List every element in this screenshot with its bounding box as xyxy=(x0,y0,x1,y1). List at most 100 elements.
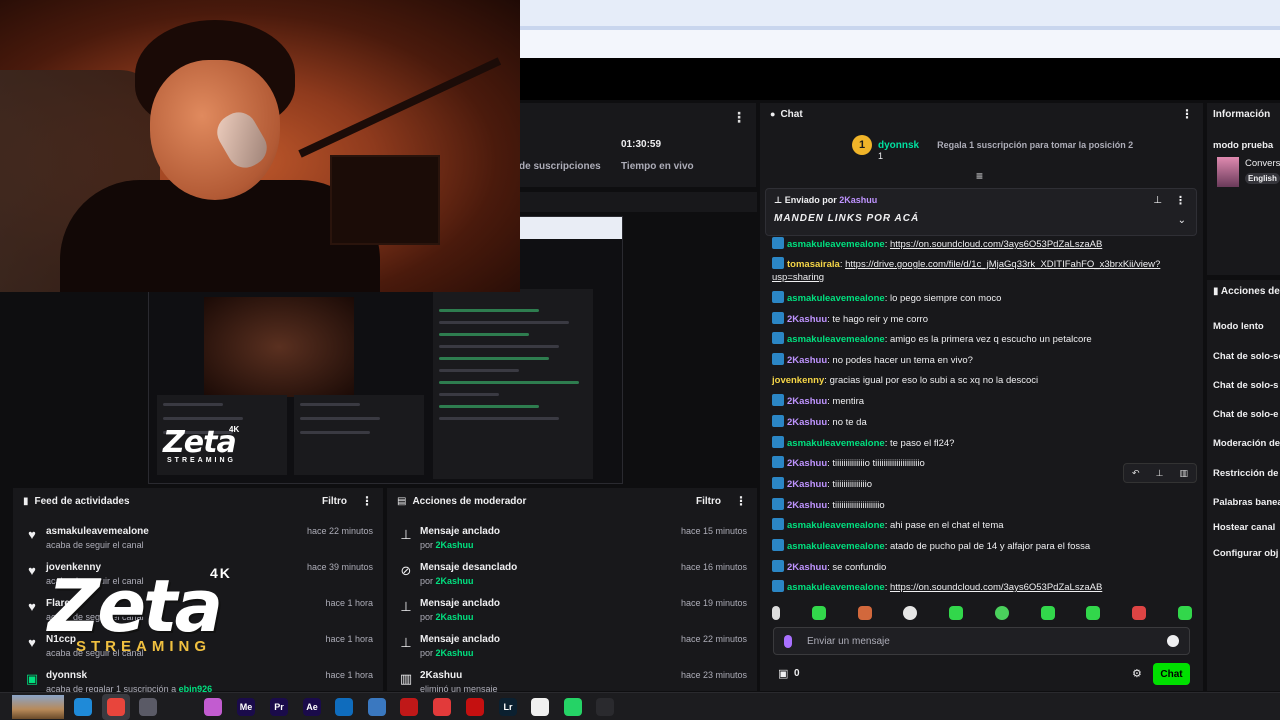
gear-icon[interactable]: ⚙ xyxy=(1132,667,1142,680)
pin-message-icon[interactable]: ⊥ xyxy=(1156,468,1164,479)
mcafee-icon[interactable] xyxy=(400,698,418,716)
chevron-down-icon[interactable]: ⌄ xyxy=(1178,215,1186,226)
chat-message[interactable]: 2Kashuu: no podes hacer un tema en vivo? xyxy=(772,353,1192,367)
chat-message[interactable]: asmakuleavemealone: ahi pase en el chat … xyxy=(772,518,1192,532)
acrobat-icon[interactable] xyxy=(466,698,484,716)
emote-icon[interactable] xyxy=(1132,606,1147,620)
leader-name[interactable]: dyonnsk xyxy=(878,140,919,151)
chat-message[interactable]: 2Kashuu: no te da xyxy=(772,415,1192,429)
mod-user[interactable]: 2Kashuu xyxy=(436,612,474,622)
chat-message[interactable]: asmakuleavemealone: te paso el fl24? xyxy=(772,436,1192,450)
mod-user[interactable]: 2Kashuu xyxy=(436,648,474,658)
action-slow-mode[interactable]: Modo lento xyxy=(1213,321,1264,332)
chrome-icon[interactable] xyxy=(107,698,125,716)
capcut-icon[interactable] xyxy=(531,698,549,716)
emote-icon[interactable] xyxy=(1040,606,1055,620)
chat-username[interactable]: asmakuleavemealone xyxy=(787,293,885,304)
emote-icon[interactable] xyxy=(994,606,1009,620)
action-subs-only[interactable]: Chat de solo-s xyxy=(1213,380,1278,391)
mic-icon[interactable] xyxy=(784,635,792,648)
feed-user[interactable]: asmakuleavemealone xyxy=(46,526,149,537)
chat-send-button[interactable]: Chat xyxy=(1153,663,1190,685)
pinned-menu-icon[interactable]: ⋮ xyxy=(1175,194,1186,207)
pinned-message[interactable]: ⊥ Enviado por 2Kashuu MANDEN LINKS POR A… xyxy=(765,188,1197,236)
chat-username[interactable]: tomasairala xyxy=(787,259,840,270)
browser-address-bar[interactable] xyxy=(519,30,1280,58)
lightroom-icon[interactable]: Lr xyxy=(499,698,517,716)
emote-icon[interactable] xyxy=(772,606,780,620)
chat-link[interactable]: https://on.soundcloud.com/3ays6O53PdZaLs… xyxy=(890,239,1102,250)
chat-message[interactable]: tomasairala: https://drive.google.com/fi… xyxy=(772,257,1192,284)
action-host-channel[interactable]: Hostear canal xyxy=(1213,522,1275,533)
emote-icon[interactable] xyxy=(857,606,872,620)
chat-input[interactable]: Enviar un mensaje xyxy=(773,627,1190,655)
whatsapp-icon[interactable] xyxy=(564,698,582,716)
premiere-icon[interactable]: Pr xyxy=(270,698,288,716)
chat-message[interactable]: asmakuleavemealone: atado de pucho pal d… xyxy=(772,539,1192,553)
chat-username[interactable]: 2Kashuu xyxy=(787,417,827,428)
chat-username[interactable]: asmakuleavemealone xyxy=(787,334,885,345)
store-icon[interactable] xyxy=(139,698,157,716)
chat-message[interactable]: asmakuleavemealone: https://on.soundclou… xyxy=(772,580,1192,594)
chat-link[interactable]: https://on.soundcloud.com/3ays6O53PdZaLs… xyxy=(890,582,1102,593)
emote-icon[interactable] xyxy=(1177,606,1192,620)
chat-message[interactable]: jovenkenny: gracias igual por eso lo sub… xyxy=(772,374,1192,387)
category-thumbnail[interactable] xyxy=(1217,157,1239,187)
feed-user[interactable]: dyonnsk xyxy=(46,670,87,681)
leaderboard-expand-icon[interactable]: ≡ xyxy=(976,169,983,183)
chat-username[interactable]: asmakuleavemealone xyxy=(787,541,885,552)
globe-icon[interactable] xyxy=(368,698,386,716)
chat-username[interactable]: 2Kashuu xyxy=(787,458,827,469)
emote-icon[interactable] xyxy=(1086,606,1101,620)
chat-username[interactable]: asmakuleavemealone xyxy=(787,582,885,593)
chat-username[interactable]: 2Kashuu xyxy=(787,562,827,573)
anydesk-icon[interactable] xyxy=(433,698,451,716)
pinned-by-user[interactable]: 2Kashuu xyxy=(839,195,877,205)
chat-username[interactable]: asmakuleavemealone xyxy=(787,239,885,250)
points-icon[interactable]: ▣ xyxy=(778,667,788,680)
chat-username[interactable]: 2Kashuu xyxy=(787,355,827,366)
emote-icon[interactable] xyxy=(811,606,826,620)
feed-menu-icon[interactable]: ⋮ xyxy=(361,494,373,508)
sub-leaderboard[interactable]: 1 dyonnsk Regala 1 suscripción para toma… xyxy=(852,135,1133,155)
action-followers-only[interactable]: Chat de solo-se xyxy=(1213,351,1280,362)
action-restriction[interactable]: Restricción de xyxy=(1213,468,1278,479)
mod-user[interactable]: 2Kashuu xyxy=(436,576,474,586)
delete-icon[interactable]: ▥ xyxy=(1179,468,1188,479)
action-banned-words[interactable]: Palabras banea xyxy=(1213,497,1280,508)
mod-menu-icon[interactable]: ⋮ xyxy=(735,494,747,508)
chat-username[interactable]: jovenkenny xyxy=(772,375,824,386)
chat-message[interactable]: asmakuleavemealone: lo pego siempre con … xyxy=(772,291,1192,305)
unpin-button-icon[interactable]: ⊥ xyxy=(1153,195,1162,206)
chat-message[interactable]: 2Kashuu: se confundio xyxy=(772,560,1192,574)
mod-user[interactable]: 2Kashuu xyxy=(436,540,474,550)
emote-icon[interactable] xyxy=(903,606,918,620)
chat-username[interactable]: 2Kashuu xyxy=(787,500,827,511)
media-encoder-icon[interactable]: Me xyxy=(237,698,255,716)
action-configure-goal[interactable]: Configurar obj xyxy=(1213,548,1278,559)
photos-icon[interactable] xyxy=(204,698,222,716)
edge-icon[interactable] xyxy=(74,698,92,716)
chat-message[interactable]: 2Kashuu: tiiiiiiiiiiiiiiiiiiiiio xyxy=(772,498,1192,512)
chat-message[interactable]: asmakuleavemealone: https://on.soundclou… xyxy=(772,237,1192,251)
after-effects-icon[interactable]: Ae xyxy=(303,698,321,716)
chat-username[interactable]: asmakuleavemealone xyxy=(787,438,885,449)
action-emote-only[interactable]: Chat de solo-e xyxy=(1213,409,1278,420)
chat-message[interactable]: 2Kashuu: te hago reir y me corro xyxy=(772,312,1192,326)
chat-username[interactable]: 2Kashuu xyxy=(787,479,827,490)
chat-username[interactable]: asmakuleavemealone xyxy=(787,520,885,531)
mod-filter-button[interactable]: Filtro xyxy=(696,496,721,507)
reply-icon[interactable]: ↶ xyxy=(1132,468,1140,479)
emote-icon[interactable] xyxy=(949,606,964,620)
chat-username[interactable]: 2Kashuu xyxy=(787,314,827,325)
obs-icon[interactable] xyxy=(596,698,614,716)
taskbar-thumbnail[interactable] xyxy=(12,695,64,719)
category-name[interactable]: Convers xyxy=(1245,158,1280,169)
chat-menu-icon[interactable]: ⋮ xyxy=(1181,107,1193,121)
outlook-icon[interactable] xyxy=(335,698,353,716)
chat-username[interactable]: 2Kashuu xyxy=(787,396,827,407)
chat-message[interactable]: 2Kashuu: mentira xyxy=(772,394,1192,408)
feed-filter-button[interactable]: Filtro xyxy=(322,496,347,507)
stats-menu-icon[interactable]: ⋮ xyxy=(732,109,746,126)
emoji-icon[interactable] xyxy=(1167,635,1179,647)
